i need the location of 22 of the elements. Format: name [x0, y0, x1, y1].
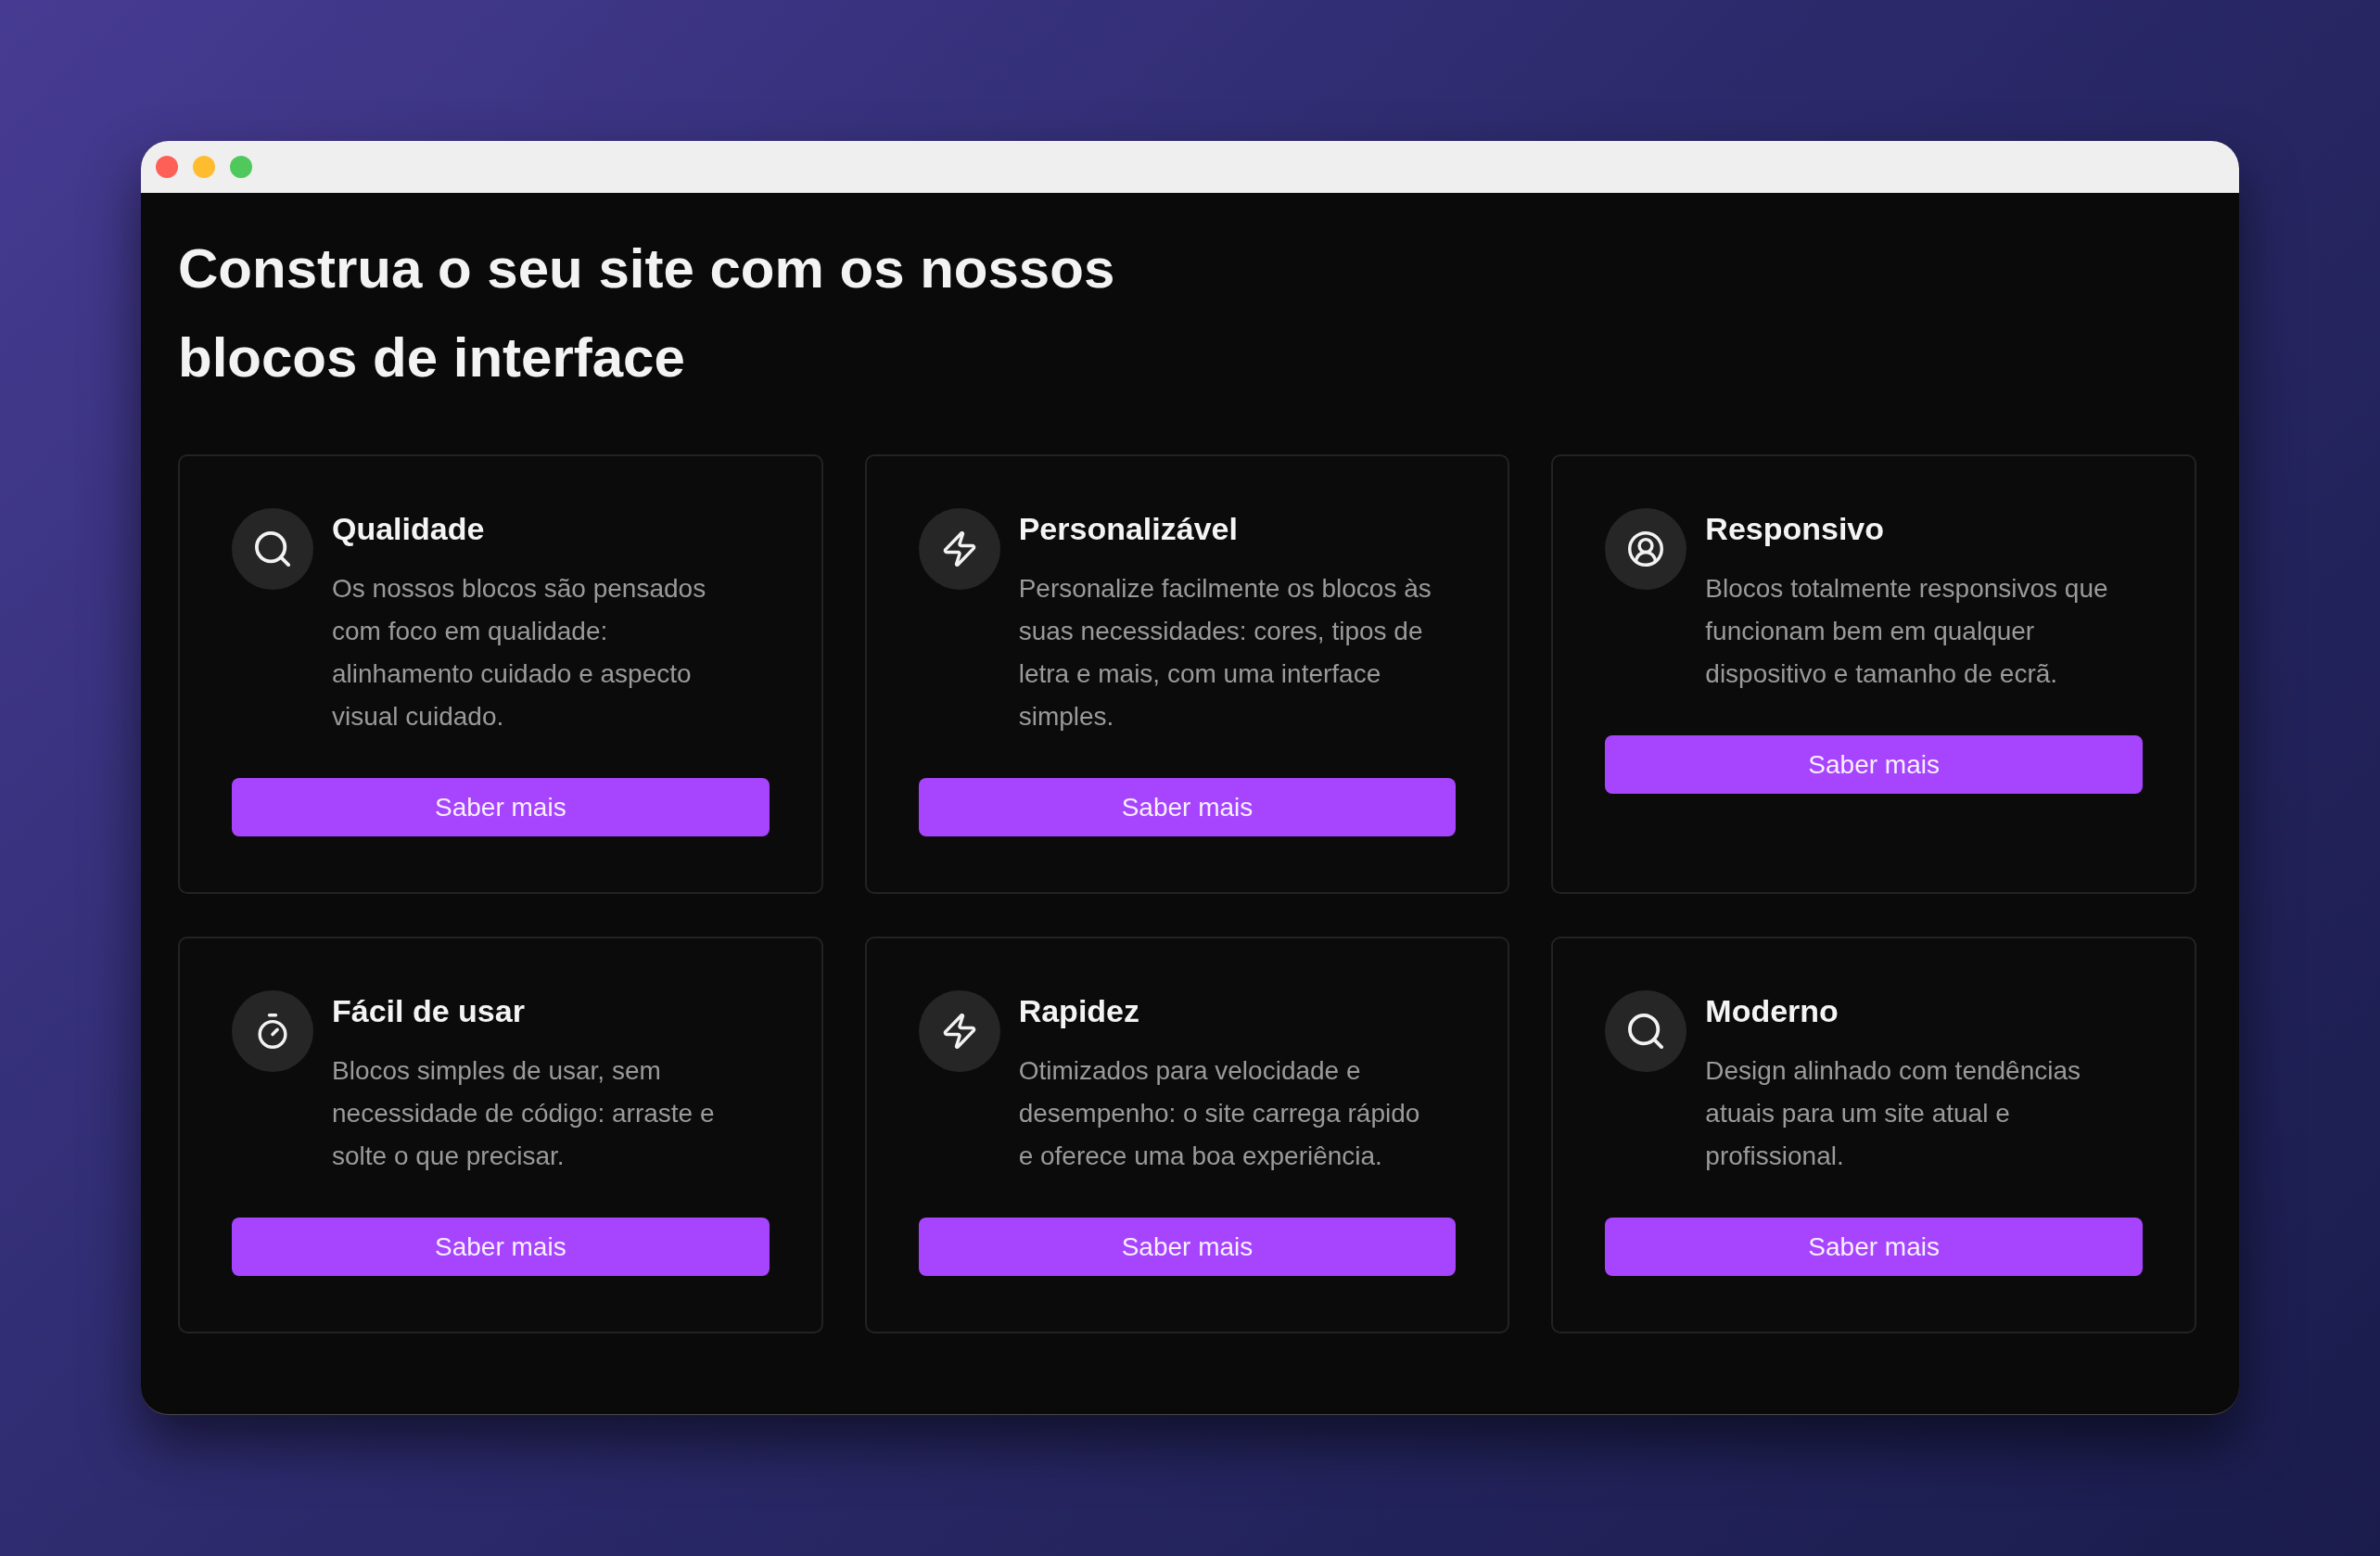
window-close-button[interactable] — [156, 156, 178, 178]
learn-more-button[interactable]: Saber mais — [1605, 1218, 2143, 1276]
card-title: Fácil de usar — [332, 992, 526, 1030]
card-title: Moderno — [1705, 992, 1839, 1030]
card-title: Responsivo — [1705, 510, 1886, 548]
window-zoom-button[interactable] — [230, 156, 252, 178]
card-description: Design alinhado com tendências atuais para um site atual e profissional. — [1705, 1055, 2082, 1172]
learn-more-button[interactable]: Saber mais — [918, 1218, 1457, 1276]
card-description: Os nossos blocos são pensados com foco em qualidade: alinhamento cuidado e aspecto visual cuidado. — [332, 573, 707, 733]
learn-more-button[interactable]: Saber mais — [232, 1218, 770, 1276]
card-description: Blocos simples de usar, sem necessidade de código: arraste e solte o que precisar. — [332, 1055, 716, 1172]
card-title: Personalizável — [1018, 510, 1239, 548]
learn-more-button[interactable]: Saber mais — [918, 778, 1457, 836]
window-minimize-button[interactable] — [193, 156, 215, 178]
learn-more-button[interactable]: Saber mais — [1605, 735, 2143, 794]
card-description: Blocos totalmente responsivos que funcionam bem em qualquer dispositivo e tamanho de ecrã. — [1705, 573, 2109, 690]
card-title: Qualidade — [332, 510, 486, 548]
learn-more-button[interactable]: Saber mais — [232, 778, 770, 836]
card-description: Personalize facilmente os blocos às suas necessidades: cores, tipos de letra e mais, com uma interface simples. — [1018, 573, 1432, 733]
card-description: Otimizados para velocidade e desempenho: o site carrega rápido e oferece uma boa experiência. — [1018, 1055, 1421, 1172]
card-title: Rapidez — [1018, 992, 1140, 1030]
page-heading: Construa o seu site com os nossos blocos de interface — [178, 236, 1116, 390]
